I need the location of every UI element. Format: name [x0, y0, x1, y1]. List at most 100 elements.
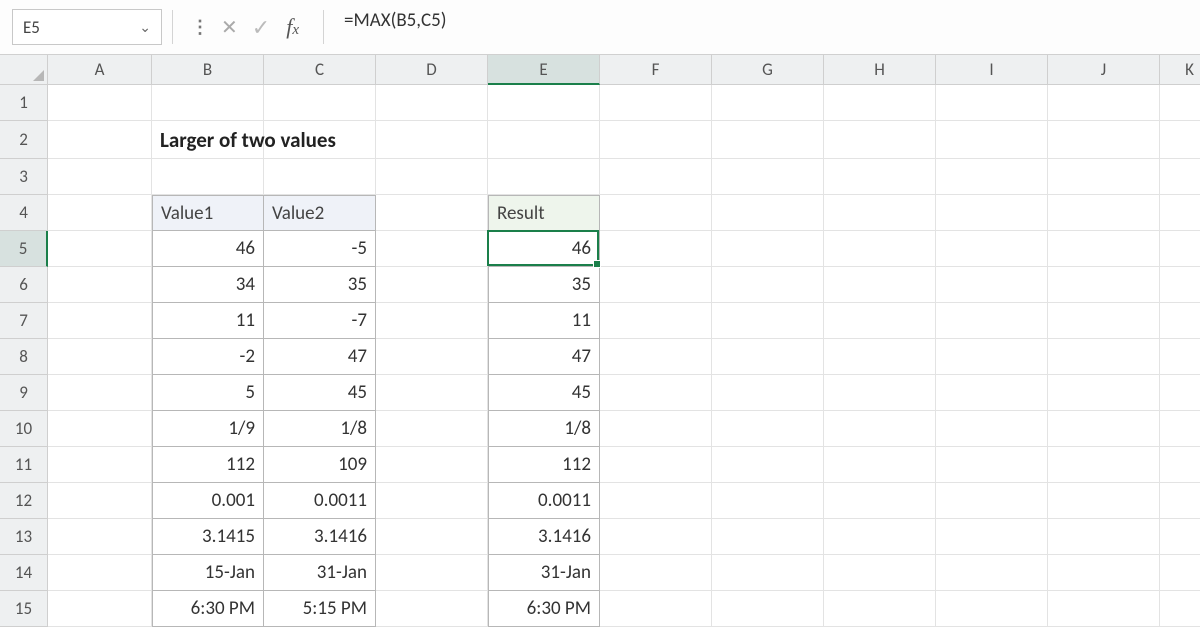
spreadsheet-grid[interactable]: ABCDEFGHIJK 123456789101112131415 Larger… [0, 55, 1200, 630]
row-header-11[interactable]: 11 [0, 447, 48, 483]
enter-icon[interactable]: ✓ [252, 14, 270, 41]
cell-E13[interactable]: 3.1416 [488, 519, 600, 555]
cell-H8[interactable] [824, 339, 936, 375]
cell-H5[interactable] [824, 231, 936, 267]
cell-I13[interactable] [936, 519, 1048, 555]
cell-B4[interactable]: Value1 [152, 195, 264, 231]
cell-H3[interactable] [824, 159, 936, 195]
cell-F9[interactable] [600, 375, 712, 411]
cell-B5[interactable]: 46 [152, 231, 264, 267]
cell-A1[interactable] [48, 85, 152, 121]
cell-D11[interactable] [376, 447, 488, 483]
cell-A11[interactable] [48, 447, 152, 483]
cell-B6[interactable]: 34 [152, 267, 264, 303]
cell-D5[interactable] [376, 231, 488, 267]
formula-input[interactable]: =MAX(B5,C5) [334, 9, 1188, 45]
row-header-8[interactable]: 8 [0, 339, 48, 375]
cell-E6[interactable]: 35 [488, 267, 600, 303]
more-icon[interactable]: ⋮ [191, 16, 207, 38]
cell-J2[interactable] [1048, 121, 1160, 159]
cell-F4[interactable] [600, 195, 712, 231]
cell-I4[interactable] [936, 195, 1048, 231]
cell-B3[interactable] [152, 159, 264, 195]
cell-G2[interactable] [712, 121, 824, 159]
cell-D1[interactable] [376, 85, 488, 121]
cell-K6[interactable] [1160, 267, 1200, 303]
cell-B8[interactable]: -2 [152, 339, 264, 375]
cell-G14[interactable] [712, 555, 824, 591]
cell-J3[interactable] [1048, 159, 1160, 195]
cell-D15[interactable] [376, 591, 488, 627]
cell-J15[interactable] [1048, 591, 1160, 627]
cell-C11[interactable]: 109 [264, 447, 376, 483]
cell-E3[interactable] [488, 159, 600, 195]
cell-I2[interactable] [936, 121, 1048, 159]
cell-C9[interactable]: 45 [264, 375, 376, 411]
cell-D9[interactable] [376, 375, 488, 411]
cell-A10[interactable] [48, 411, 152, 447]
cell-J10[interactable] [1048, 411, 1160, 447]
cell-G1[interactable] [712, 85, 824, 121]
cell-A12[interactable] [48, 483, 152, 519]
cell-H12[interactable] [824, 483, 936, 519]
row-header-3[interactable]: 3 [0, 159, 48, 195]
cell-J9[interactable] [1048, 375, 1160, 411]
cell-D13[interactable] [376, 519, 488, 555]
cell-A13[interactable] [48, 519, 152, 555]
column-header-G[interactable]: G [712, 55, 824, 85]
cell-E1[interactable] [488, 85, 600, 121]
cell-C15[interactable]: 5:15 PM [264, 591, 376, 627]
cell-H7[interactable] [824, 303, 936, 339]
row-header-9[interactable]: 9 [0, 375, 48, 411]
cell-C3[interactable] [264, 159, 376, 195]
fx-icon[interactable]: fx [284, 14, 305, 40]
cell-H2[interactable] [824, 121, 936, 159]
row-header-7[interactable]: 7 [0, 303, 48, 339]
column-header-F[interactable]: F [600, 55, 712, 85]
cell-J6[interactable] [1048, 267, 1160, 303]
column-header-E[interactable]: E [488, 55, 600, 85]
cell-H10[interactable] [824, 411, 936, 447]
row-header-13[interactable]: 13 [0, 519, 48, 555]
cell-C8[interactable]: 47 [264, 339, 376, 375]
row-header-15[interactable]: 15 [0, 591, 48, 627]
cell-G10[interactable] [712, 411, 824, 447]
cell-D7[interactable] [376, 303, 488, 339]
cell-E10[interactable]: 1/8 [488, 411, 600, 447]
cell-C10[interactable]: 1/8 [264, 411, 376, 447]
column-header-H[interactable]: H [824, 55, 936, 85]
cell-E12[interactable]: 0.0011 [488, 483, 600, 519]
cell-G5[interactable] [712, 231, 824, 267]
cell-F12[interactable] [600, 483, 712, 519]
cell-K13[interactable] [1160, 519, 1200, 555]
cell-B12[interactable]: 0.001 [152, 483, 264, 519]
cell-F10[interactable] [600, 411, 712, 447]
cell-H11[interactable] [824, 447, 936, 483]
cell-J12[interactable] [1048, 483, 1160, 519]
cell-B14[interactable]: 15-Jan [152, 555, 264, 591]
cell-I12[interactable] [936, 483, 1048, 519]
cancel-icon[interactable]: ✕ [221, 15, 238, 40]
cell-H6[interactable] [824, 267, 936, 303]
cell-D14[interactable] [376, 555, 488, 591]
cell-D6[interactable] [376, 267, 488, 303]
cell-D12[interactable] [376, 483, 488, 519]
cell-I11[interactable] [936, 447, 1048, 483]
cell-A3[interactable] [48, 159, 152, 195]
column-header-C[interactable]: C [264, 55, 376, 85]
cell-J7[interactable] [1048, 303, 1160, 339]
cell-G9[interactable] [712, 375, 824, 411]
cell-E7[interactable]: 11 [488, 303, 600, 339]
cell-B1[interactable] [152, 85, 264, 121]
cell-H4[interactable] [824, 195, 936, 231]
cell-G13[interactable] [712, 519, 824, 555]
cell-B11[interactable]: 112 [152, 447, 264, 483]
cell-H15[interactable] [824, 591, 936, 627]
cell-I14[interactable] [936, 555, 1048, 591]
cell-I8[interactable] [936, 339, 1048, 375]
cell-C13[interactable]: 3.1416 [264, 519, 376, 555]
cell-I5[interactable] [936, 231, 1048, 267]
column-header-A[interactable]: A [48, 55, 152, 85]
cell-I15[interactable] [936, 591, 1048, 627]
cell-F3[interactable] [600, 159, 712, 195]
